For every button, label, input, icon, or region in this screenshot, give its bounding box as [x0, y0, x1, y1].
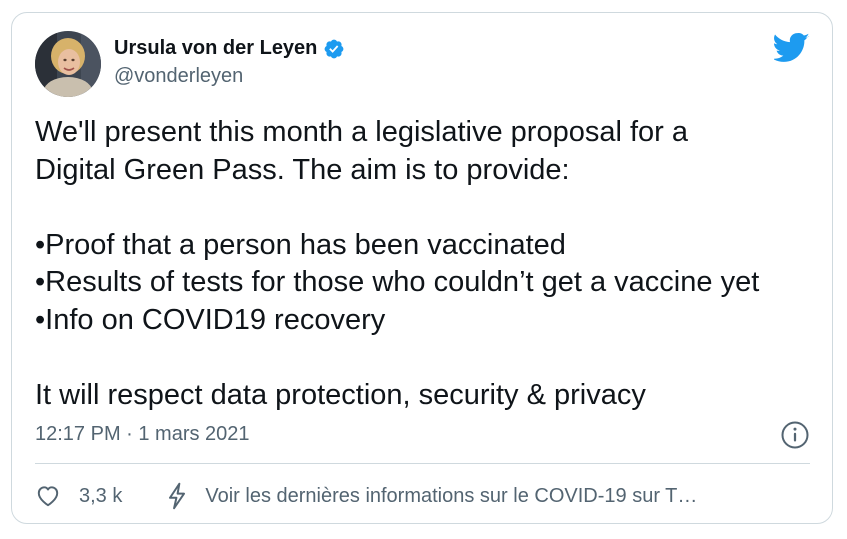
- lightning-bolt-icon: [169, 482, 186, 510]
- tweet-text-line: We'll present this month a legislative p…: [35, 116, 688, 148]
- tweet-text-line: Digital Green Pass. The aim is to provid…: [35, 153, 570, 186]
- author-name[interactable]: Ursula von der Leyen: [114, 37, 317, 60]
- covid-info-link[interactable]: Voir les dernières informations sur le C…: [205, 485, 697, 508]
- tweet-text-blank-line: [35, 339, 820, 377]
- tweet-text: We'll present this month a legislative p…: [35, 114, 820, 414]
- author-handle[interactable]: @vonderleyen: [114, 65, 243, 88]
- heart-icon[interactable]: [35, 483, 61, 509]
- twitter-bird-icon[interactable]: [774, 33, 810, 63]
- tweet-text-line: •Proof that a person has been vaccinated: [35, 228, 566, 261]
- tweet-actions: 3,3 k Voir les dernières informations su…: [35, 482, 697, 510]
- author-row: Ursula von der Leyen: [114, 37, 345, 60]
- avatar[interactable]: [35, 31, 101, 97]
- tweet-timestamp[interactable]: 12:17 PM · 1 mars 2021: [35, 423, 250, 446]
- tweet-text-line: It will respect data protection, securit…: [35, 378, 646, 411]
- tweet-text-line: •Info on COVID19 recovery: [35, 303, 386, 336]
- tweet-text-line: •Results of tests for those who couldn’t…: [35, 266, 760, 298]
- tweet-text-blank-line: [35, 189, 820, 227]
- tweet-card: Ursula von der Leyen @vonderleyen We'll …: [11, 12, 833, 524]
- info-icon[interactable]: [780, 420, 810, 450]
- divider: [35, 463, 810, 464]
- like-count[interactable]: 3,3 k: [79, 485, 122, 508]
- verified-badge-icon: [325, 39, 344, 58]
